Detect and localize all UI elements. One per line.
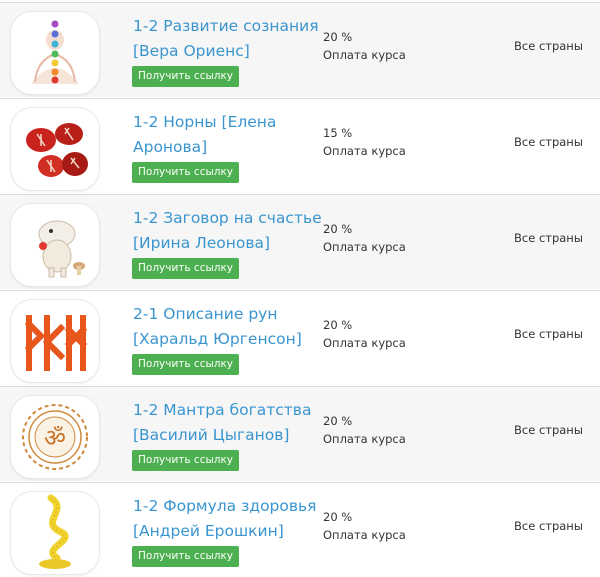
- offer-title-link[interactable]: 1-2 Мантра богатства [Василий Цыганов]: [133, 398, 323, 448]
- om-mandala-icon[interactable]: ॐ: [10, 395, 100, 479]
- payment-type: Оплата курса: [323, 528, 406, 542]
- country-label: Все страны: [514, 231, 583, 245]
- table-row: 1-2 Норны [Елена Аронова] Получить ссылк…: [0, 98, 600, 193]
- get-link-button[interactable]: Получить ссылку: [132, 354, 240, 375]
- commission-percent: 20 %: [323, 414, 353, 428]
- offers-list: 1-2 Развитие сознания [Вера Ориенс] Полу…: [0, 0, 600, 577]
- payment-type: Оплата курса: [323, 432, 406, 446]
- commission-percent: 20 %: [323, 510, 353, 524]
- commission-percent: 20 %: [323, 318, 353, 332]
- get-link-button[interactable]: Получить ссылку: [132, 66, 240, 87]
- rune-stones-icon[interactable]: [10, 107, 100, 191]
- chakra-meditation-icon[interactable]: [10, 11, 100, 95]
- country-label: Все страны: [514, 327, 583, 341]
- get-link-button[interactable]: Получить ссылку: [132, 162, 240, 183]
- table-row: ॐ 1-2 Мантра богатства [Василий Цыганов]…: [0, 386, 600, 481]
- country-label: Все страны: [514, 39, 583, 53]
- table-row: 1-2 Заговор на счастье [Ирина Леонова] П…: [0, 194, 600, 289]
- offer-title-link[interactable]: 1-2 Заговор на счастье [Ирина Леонова]: [133, 206, 323, 256]
- country-label: Все страны: [514, 135, 583, 149]
- payment-type: Оплата курса: [323, 240, 406, 254]
- country-label: Все страны: [514, 519, 583, 533]
- table-row: 1-2 Развитие сознания [Вера Ориенс] Полу…: [0, 2, 600, 97]
- offer-title-link[interactable]: 2-1 Описание рун [Харальд Юргенсон]: [133, 302, 323, 352]
- table-row: 1-2 Формула здоровья [Андрей Ерошкин] По…: [0, 482, 600, 577]
- get-link-button[interactable]: Получить ссылку: [132, 546, 240, 567]
- offer-title-link[interactable]: 1-2 Развитие сознания [Вера Ориенс]: [133, 14, 323, 64]
- offer-title-link[interactable]: 1-2 Формула здоровья [Андрей Ерошкин]: [133, 494, 323, 544]
- payment-type: Оплата курса: [323, 48, 406, 62]
- measuring-tape-icon[interactable]: [10, 491, 100, 575]
- commission-percent: 15 %: [323, 126, 353, 140]
- payment-type: Оплата курса: [323, 144, 406, 158]
- commission-percent: 20 %: [323, 30, 353, 44]
- commission-percent: 20 %: [323, 222, 353, 236]
- payment-type: Оплата курса: [323, 336, 406, 350]
- country-label: Все страны: [514, 423, 583, 437]
- table-row: 2-1 Описание рун [Харальд Юргенсон] Полу…: [0, 290, 600, 385]
- svg-text:ॐ: ॐ: [44, 424, 66, 452]
- get-link-button[interactable]: Получить ссылку: [132, 258, 240, 279]
- rune-symbols-icon[interactable]: [10, 299, 100, 383]
- offer-title-link[interactable]: 1-2 Норны [Елена Аронова]: [133, 110, 323, 160]
- get-link-button[interactable]: Получить ссылку: [132, 450, 240, 471]
- moomin-icon[interactable]: [10, 203, 100, 287]
